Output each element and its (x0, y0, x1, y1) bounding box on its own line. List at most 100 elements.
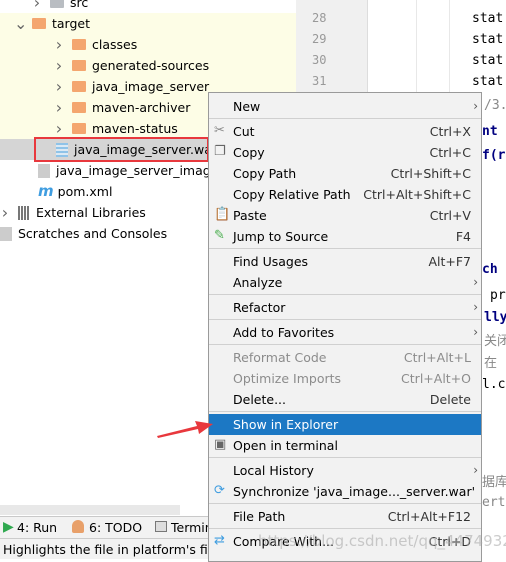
menu-item-label: Copy (233, 145, 265, 160)
scratches-icon (0, 226, 12, 241)
folder-icon (72, 102, 86, 113)
menu-item-shortcut: Ctrl+Alt+F12 (387, 509, 471, 524)
menu-item-shortcut: Ctrl+Shift+C (390, 166, 471, 181)
tree-item[interactable]: m pom.xml (38, 181, 112, 202)
menu-item-reformat-code[interactable]: Reformat Code Ctrl+Alt+L (209, 347, 481, 368)
tree-item[interactable]: › java_image_server (54, 76, 209, 97)
menu-item-shortcut: Delete (429, 392, 471, 407)
menu-item-show-in-explorer[interactable]: Show in Explorer (209, 414, 481, 435)
tree-item-label: External Libraries (36, 205, 146, 220)
menu-item-label: New (233, 99, 261, 114)
chevron-right-icon[interactable]: › (54, 97, 64, 118)
tree-item[interactable]: java_image_server_image.i (38, 160, 226, 181)
menu-item-open-in-terminal[interactable]: ▣ Open in terminal (209, 435, 481, 456)
menu-item-label: Paste (233, 208, 267, 223)
menu-item-local-history[interactable]: Local History › (209, 460, 481, 481)
menu-item-refactor[interactable]: Refactor › (209, 297, 481, 318)
menu-item-copy[interactable]: ❐ Copy Ctrl+C (209, 142, 481, 163)
menu-item-copy-path[interactable]: Copy Path Ctrl+Shift+C (209, 163, 481, 184)
menu-separator (209, 118, 481, 119)
chevron-down-icon[interactable]: ⌄ (14, 13, 27, 34)
horizontal-scrollbar[interactable] (0, 505, 180, 515)
tree-item[interactable]: › maven-status (54, 118, 178, 139)
status-bar: Highlights the file in platform's file m… (0, 538, 208, 559)
terminal-tool-button[interactable]: Termin (171, 520, 213, 535)
chevron-right-icon[interactable]: › (54, 76, 64, 97)
line-number: 28 (312, 11, 327, 25)
menu-item-file-path[interactable]: File Path Ctrl+Alt+F12 (209, 506, 481, 527)
submenu-arrow-icon: › (473, 300, 478, 314)
submenu-arrow-icon: › (473, 99, 478, 113)
code-line: stat (472, 32, 504, 47)
menu-item-copy-relative-path[interactable]: Copy Relative Path Ctrl+Alt+Shift+C (209, 184, 481, 205)
menu-item-label: Optimize Imports (233, 371, 342, 386)
menu-item-label: Jump to Source (233, 229, 329, 244)
tool-window-bar: ▶ 4: Run 6: TODO Termin (0, 516, 213, 538)
code-line: l.c (482, 377, 506, 392)
menu-item-synchronize-java-image-server-war[interactable]: ⟳ Synchronize 'java_image..._server.war' (209, 481, 481, 502)
menu-item-add-to-favorites[interactable]: Add to Favorites › (209, 322, 481, 343)
tree-item-label: generated-sources (92, 58, 210, 73)
folder-icon (72, 81, 86, 92)
menu-item-optimize-imports[interactable]: Optimize Imports Ctrl+Alt+O (209, 368, 481, 389)
submenu-arrow-icon: › (473, 325, 478, 339)
code-line: 关闭 (484, 334, 506, 349)
menu-item-label: Reformat Code (233, 350, 327, 365)
code-line: ch (482, 262, 498, 277)
menu-item-delete[interactable]: Delete... Delete (209, 389, 481, 410)
tree-item-label: maven-status (92, 121, 178, 136)
library-icon (18, 205, 30, 220)
menu-item-label: Copy Relative Path (233, 187, 351, 202)
terminal-icon (155, 521, 167, 532)
menu-separator (209, 528, 481, 529)
code-line: 据库 (482, 475, 506, 490)
code-line: stat (472, 53, 504, 68)
tree-item[interactable]: Scratches and Consoles (0, 223, 167, 244)
copy-icon: ❐ (214, 144, 226, 159)
context-menu: New › ✂ Cut Ctrl+X ❐ Copy Ctrl+C Copy Path Ctrl+S… (208, 92, 482, 562)
tree-item[interactable]: › maven-archiver (54, 97, 191, 118)
code-line: 在 (484, 356, 498, 371)
menu-item-label: Show in Explorer (233, 417, 339, 432)
tree-item[interactable]: ⌄ target (14, 13, 90, 34)
chevron-right-icon[interactable]: › (54, 55, 64, 76)
tree-item-label: classes (92, 37, 138, 52)
watermark: https://blog.csdn.net/qq_44749329 (258, 532, 506, 550)
menu-item-label: Add to Favorites (233, 325, 335, 340)
menu-item-new[interactable]: New › (209, 96, 481, 117)
menu-separator (209, 457, 481, 458)
sync-icon: ⟳ (214, 483, 225, 498)
tree-item[interactable]: › src (32, 0, 88, 13)
code-line: stat (472, 74, 504, 89)
compare-icon: ⇄ (214, 533, 225, 548)
chevron-right-icon[interactable]: › (32, 0, 42, 13)
todo-icon (72, 520, 84, 533)
tree-item[interactable]: › generated-sources (54, 55, 209, 76)
menu-item-find-usages[interactable]: Find Usages Alt+F7 (209, 251, 481, 272)
code-line: pri (490, 288, 506, 303)
menu-item-jump-to-source[interactable]: ✎ Jump to Source F4 (209, 226, 481, 247)
menu-item-shortcut: Ctrl+X (429, 124, 471, 139)
tree-item-label: Scratches and Consoles (18, 226, 168, 241)
menu-item-shortcut: Alt+F7 (428, 254, 471, 269)
menu-separator (209, 344, 481, 345)
tree-item[interactable]: › External Libraries (0, 202, 146, 223)
todo-tool-button[interactable]: 6: TODO (89, 520, 142, 535)
menu-item-shortcut: Ctrl+Alt+O (401, 371, 471, 386)
menu-item-cut[interactable]: ✂ Cut Ctrl+X (209, 121, 481, 142)
run-tool-button[interactable]: 4: Run (17, 520, 57, 535)
menu-item-analyze[interactable]: Analyze › (209, 272, 481, 293)
tree-item[interactable]: › classes (54, 34, 137, 55)
folder-icon (72, 123, 86, 134)
code-line: lly (484, 310, 506, 325)
chevron-right-icon[interactable]: › (54, 118, 64, 139)
menu-item-shortcut: F4 (455, 229, 471, 244)
tree-item-label: pom.xml (57, 184, 113, 199)
menu-item-shortcut: Ctrl+V (429, 208, 471, 223)
menu-item-paste[interactable]: 📋 Paste Ctrl+V (209, 205, 481, 226)
line-number: 30 (312, 53, 327, 67)
chevron-right-icon[interactable]: › (0, 202, 10, 223)
code-line: stat (472, 11, 504, 26)
chevron-right-icon[interactable]: › (54, 34, 64, 55)
menu-item-shortcut: Ctrl+Alt+Shift+C (363, 187, 471, 202)
